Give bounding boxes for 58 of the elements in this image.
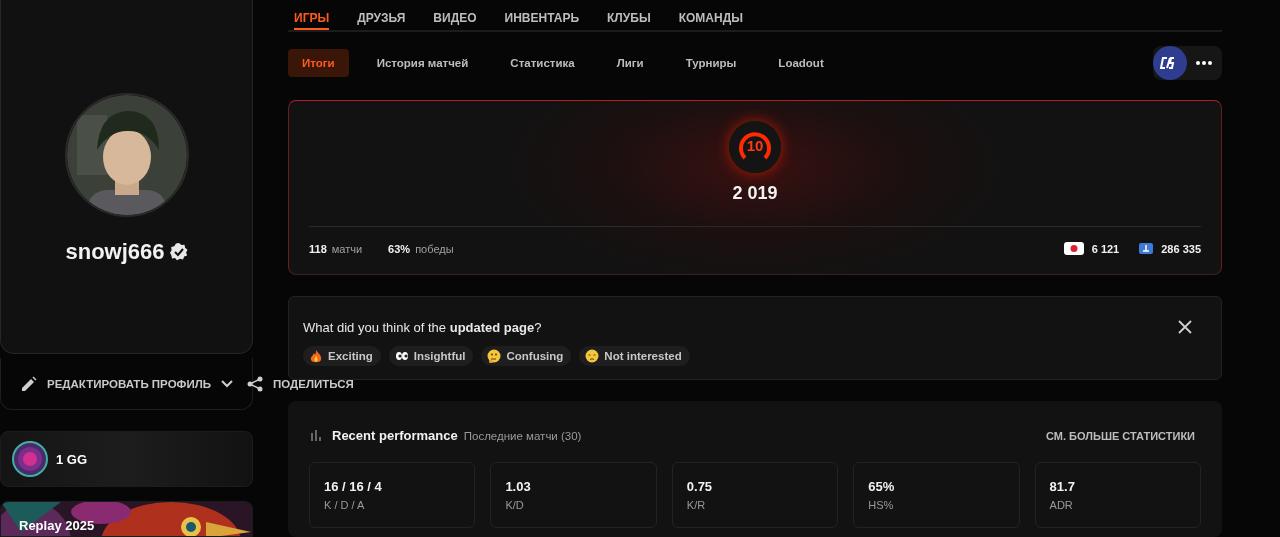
section-tab[interactable]: История матчей <box>362 49 483 77</box>
fire-icon <box>309 349 323 363</box>
chevron-down-icon <box>221 379 233 388</box>
more-stats-link[interactable]: СМ. БОЛЬШЕ СТАТИСТИКИ <box>1046 429 1195 442</box>
section-subtitle: Последние матчи (30) <box>463 429 582 442</box>
stat-value: 81.7 <box>1049 479 1076 494</box>
ranking-value: 6 121 <box>1091 242 1120 255</box>
stat-value: 63% <box>388 242 411 255</box>
flag-icon <box>1063 242 1084 255</box>
reaction-chip[interactable]: Confusing <box>481 346 572 366</box>
banner-label: 1 GG <box>56 451 88 467</box>
region-icon <box>1139 243 1154 254</box>
stat-label: HS% <box>868 499 895 511</box>
section-tab[interactable]: Статистика <box>496 49 589 77</box>
reaction-chip[interactable]: Insightful <box>388 346 474 366</box>
stat-value: 118 <box>309 242 327 255</box>
nav-tab[interactable]: ДРУЗЬЯ <box>357 0 406 30</box>
reaction-chip[interactable]: Not interested <box>579 346 690 366</box>
username: snowj666 <box>65 239 165 265</box>
section-tab[interactable]: Турниры <box>671 49 751 77</box>
nav-tab[interactable]: КЛУБЫ <box>607 0 651 30</box>
stat-label: матчи <box>331 242 363 255</box>
nav-tab[interactable]: ИНВЕНТАРЬ <box>504 0 580 30</box>
nav-tab[interactable]: КОМАНДЫ <box>678 0 743 30</box>
stat-label: K / D / A <box>324 499 366 511</box>
stat-label: K/D <box>505 499 525 511</box>
close-icon <box>1178 320 1192 334</box>
sad-face-icon <box>585 349 600 363</box>
reaction-chip[interactable]: Exciting <box>303 346 381 366</box>
share-icon <box>247 375 263 392</box>
stat-value: 1.03 <box>505 479 532 494</box>
stat-label: победы <box>415 242 454 255</box>
ranking-value: 286 335 <box>1161 242 1201 255</box>
more-icon <box>1196 61 1212 65</box>
nav-tab[interactable]: ИГРЫ <box>294 0 330 30</box>
feedback-question: What did you think of the updated page? <box>303 319 542 335</box>
eyes-icon <box>394 349 409 363</box>
stat-value: 0.75 <box>686 479 714 494</box>
section-tab[interactable]: Итоги <box>288 49 349 77</box>
banner-label: Replay 2025 <box>19 518 95 534</box>
game-logo-icon <box>1153 46 1187 80</box>
level-badge: 10 <box>729 121 781 173</box>
gg-badge-icon <box>12 441 48 477</box>
nav-tab[interactable]: ВИДЕО <box>433 0 477 30</box>
thinking-face-icon <box>487 349 502 363</box>
gg-banner[interactable]: 1 GG <box>0 431 253 487</box>
section-title: Recent performance <box>332 428 458 443</box>
pencil-icon <box>21 375 37 392</box>
stat-label: K/R <box>686 499 707 511</box>
bar-chart-icon <box>311 430 323 441</box>
elo-value: 2 019 <box>732 183 778 204</box>
section-tab[interactable]: Лиги <box>602 49 658 77</box>
section-tab[interactable]: Loadout <box>764 49 838 77</box>
stat-value: 16 / 16 / 4 <box>324 479 383 494</box>
edit-profile-button[interactable]: РЕДАКТИРОВАТЬ ПРОФИЛЬ <box>21 375 233 392</box>
replay-banner[interactable]: Replay 2025 <box>0 501 253 537</box>
stat-label: ADR <box>1049 499 1074 511</box>
stat-value: 65% <box>868 479 896 494</box>
